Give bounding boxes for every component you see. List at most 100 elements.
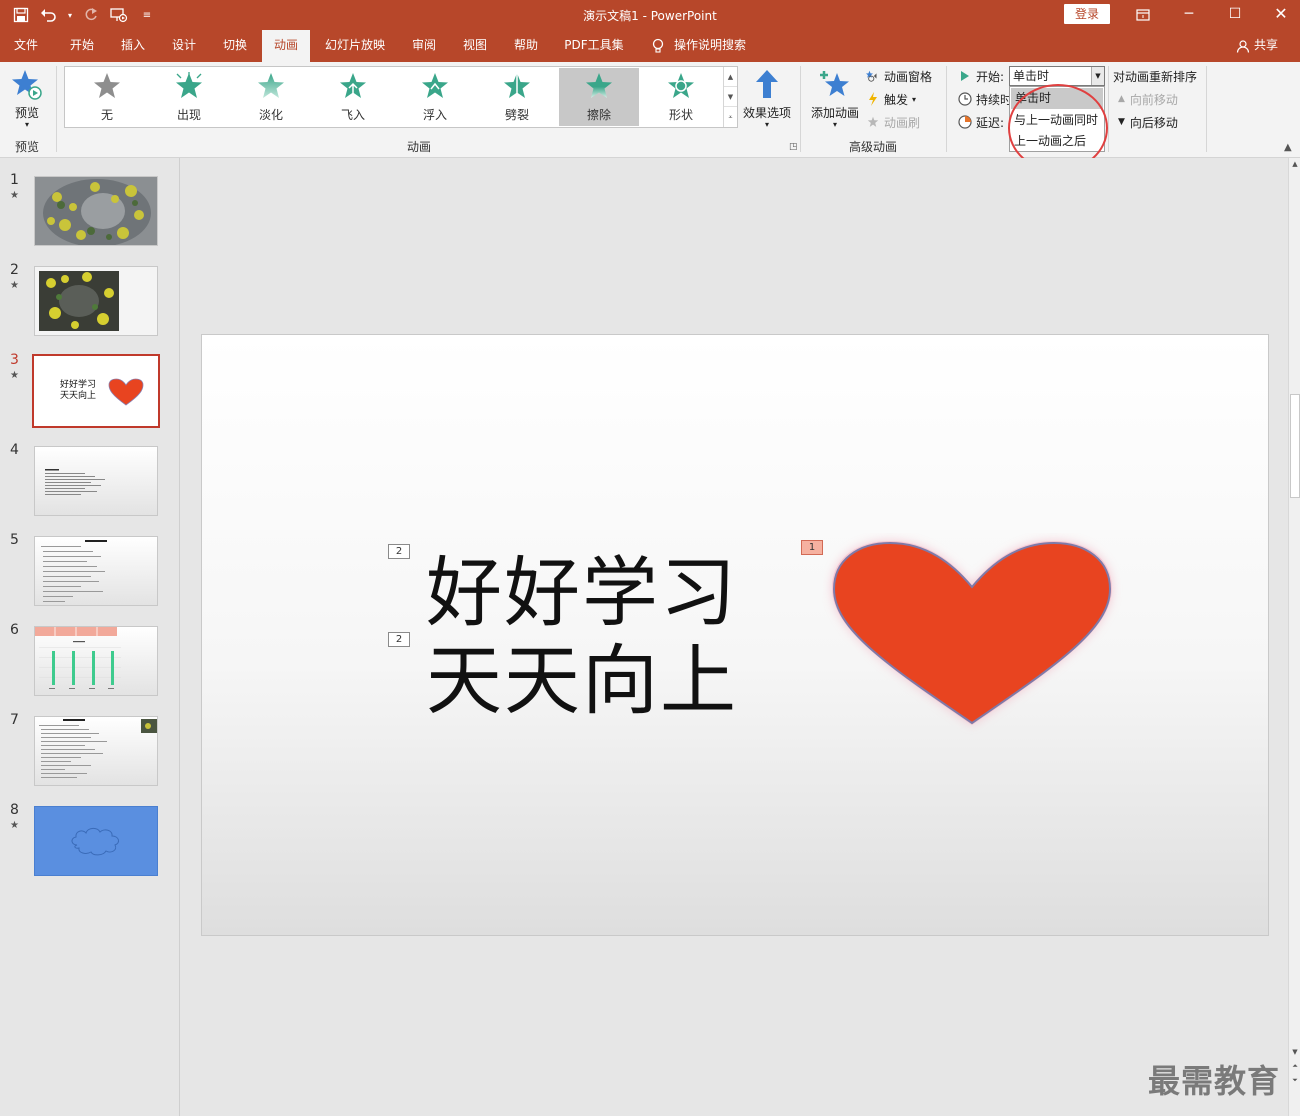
play-icon <box>958 69 972 83</box>
slide-text-line2: 天天向上 <box>426 636 738 725</box>
effect-options-label: 效果选项 <box>742 106 791 120</box>
tab-view[interactable]: 视图 <box>451 30 499 62</box>
tab-transitions[interactable]: 切换 <box>209 30 261 62</box>
move-later-button[interactable]: ▼ 向后移动 <box>1118 112 1178 132</box>
ribbon-display-options-icon[interactable] <box>1120 0 1166 30</box>
text-list-thumbnail <box>35 447 157 515</box>
duration-label: 持续时 <box>976 92 1013 107</box>
next-slide-icon[interactable]: ⏷ <box>1289 1076 1300 1085</box>
heart-shape[interactable] <box>822 533 1132 743</box>
trigger-label: 触发 <box>884 92 909 107</box>
gallery-item-none[interactable]: 无 <box>67 68 147 126</box>
slide-thumbnail-4[interactable] <box>34 446 158 516</box>
slide-thumbnail-6[interactable] <box>34 626 158 696</box>
tab-pdf-tools[interactable]: PDF工具集 <box>556 30 632 62</box>
star-fade-icon <box>258 73 284 98</box>
effect-options-dropdown-icon: ▾ <box>764 120 769 129</box>
trigger-button[interactable]: 触发 ▾ <box>866 89 916 109</box>
group-divider <box>56 66 57 152</box>
gallery-more-icon[interactable]: ⩡ <box>724 107 737 127</box>
animation-painter-button[interactable]: 动画刷 <box>866 112 920 132</box>
gallery-label: 劈裂 <box>504 108 529 122</box>
reorder-animation-title: 对动画重新排序 <box>1113 70 1198 84</box>
tab-review[interactable]: 审阅 <box>400 30 448 62</box>
slide-thumbnail-3[interactable]: 好好学习 天天向上 <box>32 354 160 428</box>
scrollbar-thumb[interactable] <box>1290 394 1300 498</box>
editor-vertical-scrollbar[interactable]: ▲ ▼ ⏶ ⏷ <box>1288 158 1300 1116</box>
dialog-launcher-icon[interactable]: ◳ <box>789 142 798 152</box>
gallery-label: 飞入 <box>340 108 365 122</box>
slide-thumbnail-8[interactable] <box>34 806 158 876</box>
add-animation-button[interactable]: 添加动画 ▾ <box>808 66 862 132</box>
add-animation-icon <box>818 68 852 105</box>
slide-thumbnail-2[interactable] <box>34 266 158 336</box>
group-divider <box>946 66 947 152</box>
tab-animations[interactable]: 动画 <box>262 30 310 62</box>
move-earlier-button[interactable]: ▲ 向前移动 <box>1118 89 1178 109</box>
gallery-item-split[interactable]: 劈裂 <box>477 68 557 126</box>
tab-insert[interactable]: 插入 <box>107 30 159 62</box>
scroll-up-icon[interactable]: ▲ <box>1289 160 1300 168</box>
gallery-scroll-up-icon[interactable]: ▲ <box>724 67 737 87</box>
start-row: 开始: <box>958 66 1004 86</box>
tab-file[interactable]: 文件 <box>0 30 52 62</box>
gallery-item-fade[interactable]: 淡化 <box>231 68 311 126</box>
animation-pane-button[interactable]: 动画窗格 <box>866 66 932 86</box>
bar-chart-thumbnail <box>35 627 157 695</box>
start-select-arrow-icon[interactable]: ▼ <box>1091 67 1104 85</box>
animation-order-tag[interactable]: 2 <box>388 632 410 647</box>
collapse-ribbon-icon[interactable]: ▲ <box>1284 142 1292 153</box>
effect-options-button[interactable]: 效果选项 ▾ <box>740 66 794 132</box>
slide-thumbnail-7[interactable] <box>34 716 158 786</box>
star-shape-icon <box>668 73 694 98</box>
slide-number: 5 <box>10 532 19 548</box>
lightbulb-icon <box>652 30 664 62</box>
gallery-item-fly-in[interactable]: 飞入 <box>313 68 393 126</box>
clock-icon <box>958 92 972 106</box>
start-select-value: 单击时 <box>1013 69 1050 83</box>
slide-canvas[interactable]: 2 2 好好学习 天天向上 1 <box>201 334 1269 936</box>
title-bar: ▾ ≡ 演示文稿1 - PowerPoint 登录 ─ ☐ ✕ <box>0 0 1300 30</box>
tab-help[interactable]: 帮助 <box>502 30 550 62</box>
gallery-label: 无 <box>100 108 113 122</box>
preview-button[interactable]: 预览 ▾ <box>4 66 50 132</box>
tab-design[interactable]: 设计 <box>158 30 210 62</box>
slide-number: 4 <box>10 442 19 458</box>
animation-pane-icon <box>866 69 880 83</box>
animation-order-tag[interactable]: 2 <box>388 544 410 559</box>
group-divider <box>800 66 801 152</box>
slide-thumbnail-1[interactable] <box>34 176 158 246</box>
watermark-text: 最需教育 <box>1148 1062 1281 1100</box>
previous-slide-icon[interactable]: ⏶ <box>1289 1062 1300 1071</box>
ribbon-animations: 预览 ▾ 预览 无 出现 淡化 飞入 浮入 劈裂 擦除 形状 ▲ ▼ ⩡ 效果选… <box>0 62 1300 158</box>
preview-dropdown-icon: ▾ <box>24 120 29 129</box>
login-button[interactable]: 登录 <box>1064 4 1110 24</box>
animation-gallery: 无 出现 淡化 飞入 浮入 劈裂 擦除 形状 ▲ ▼ ⩡ <box>64 66 738 128</box>
move-earlier-label: 向前移动 <box>1129 92 1178 107</box>
tab-home[interactable]: 开始 <box>56 30 108 62</box>
tell-me-search[interactable]: 操作说明搜索 <box>652 30 746 62</box>
share-button[interactable]: 共享 <box>1236 30 1278 62</box>
slide-text-box[interactable]: 好好学习 天天向上 <box>426 549 738 725</box>
trigger-dropdown-icon: ▾ <box>912 94 917 104</box>
gallery-item-float-in[interactable]: 浮入 <box>395 68 475 126</box>
preview-star-icon <box>10 68 44 105</box>
star-float-in-icon <box>422 73 448 98</box>
gallery-scroll-down-icon[interactable]: ▼ <box>724 87 737 107</box>
slide-thumbnail-5[interactable] <box>34 536 158 606</box>
gallery-item-shape[interactable]: 形状 <box>641 68 721 126</box>
animation-order-tag-selected[interactable]: 1 <box>801 540 823 555</box>
tab-slideshow[interactable]: 幻灯片放映 <box>316 30 394 62</box>
minimize-icon[interactable]: ─ <box>1166 0 1212 30</box>
close-icon[interactable]: ✕ <box>1258 0 1300 30</box>
slide-number: 8 <box>10 802 19 818</box>
lightning-icon <box>866 92 880 106</box>
start-select[interactable]: 单击时 ▼ <box>1009 66 1105 86</box>
slide-thumbnails-pane: 1 ★ 2 ★ 3 ★ 好好学习 天天向上 4 5 6 7 8 ★ <box>0 158 180 1116</box>
text-list-thumbnail <box>35 537 157 605</box>
maximize-icon[interactable]: ☐ <box>1212 0 1258 30</box>
gallery-item-wipe[interactable]: 擦除 <box>559 68 639 126</box>
gallery-item-appear[interactable]: 出现 <box>149 68 229 126</box>
scroll-down-icon[interactable]: ▼ <box>1289 1048 1300 1056</box>
animation-star-icon: ★ <box>10 280 19 291</box>
